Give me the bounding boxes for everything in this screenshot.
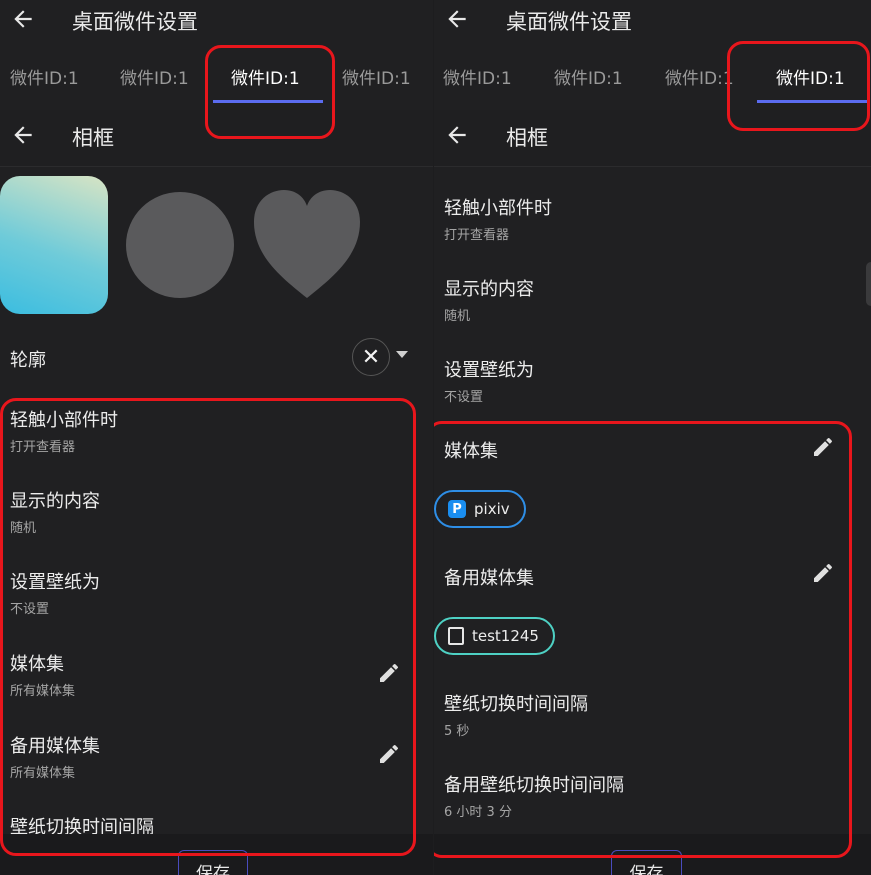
setting-value: 不设置 (444, 390, 484, 405)
tab-indicator (757, 100, 867, 103)
setting-value: 所有媒体集 (10, 684, 76, 699)
back-arrow-icon[interactable] (444, 122, 472, 150)
setting-title: 显示的内容 (10, 491, 100, 512)
page-title: 桌面微件设置 (72, 10, 198, 34)
save-button[interactable]: 保存 (611, 850, 682, 875)
tab-indicator (213, 100, 323, 103)
setting-title: 备用媒体集 (444, 568, 534, 589)
setting-row[interactable]: 设置壁纸为 不设置 (444, 356, 851, 405)
page-title: 桌面微件设置 (506, 10, 632, 34)
tab-widget[interactable]: 微件ID:1 (10, 64, 79, 89)
app-bar: 桌面微件设置 (434, 0, 871, 42)
setting-row[interactable]: 轻触小部件时 打开查看器 (10, 406, 413, 455)
setting-row[interactable]: 媒体集 所有媒体集 (10, 650, 413, 699)
setting-title: 壁纸切换时间间隔 (444, 694, 588, 715)
tab-widget[interactable]: 微件ID:1 (665, 64, 734, 89)
tab-widget-active[interactable]: 微件ID:1 (776, 64, 845, 89)
media-set-row[interactable]: 媒体集 (444, 437, 851, 463)
tab-widget[interactable]: 微件ID:1 (342, 64, 411, 89)
setting-title: 轻触小部件时 (444, 198, 552, 219)
setting-title: 备用媒体集 (10, 736, 100, 757)
section-title: 相框 (72, 126, 114, 150)
setting-title: 设置壁纸为 (10, 572, 100, 593)
backup-media-set-row[interactable]: 备用媒体集 (444, 564, 851, 590)
setting-title: 轻触小部件时 (10, 410, 118, 431)
setting-title: 媒体集 (10, 654, 64, 675)
setting-title: 显示的内容 (444, 279, 534, 300)
save-button[interactable]: 保存 (178, 850, 248, 875)
shape-heart[interactable] (252, 188, 362, 300)
setting-row[interactable]: 显示的内容 随机 (10, 487, 413, 536)
setting-value: 6 小时 3 分 (444, 805, 512, 820)
dropdown-arrow-icon[interactable] (396, 351, 408, 358)
interval-row[interactable]: 壁纸切换时间间隔 5 秒 (444, 690, 851, 739)
sub-app-bar: 相框 (0, 110, 433, 167)
back-arrow-icon[interactable] (10, 6, 38, 34)
edit-pencil-icon[interactable] (811, 435, 835, 459)
app-bar: 桌面微件设置 (0, 0, 433, 42)
tab-widget[interactable]: 微件ID:1 (554, 64, 623, 89)
setting-title: 设置壁纸为 (444, 360, 534, 381)
album-icon (448, 627, 464, 645)
tab-bar: 微件ID:1 微件ID:1 微件ID:1 微件ID:1 (434, 50, 871, 104)
media-chip-test1245[interactable]: test1245 (434, 617, 555, 655)
section-title: 相框 (506, 126, 548, 150)
setting-row[interactable]: 备用媒体集 所有媒体集 (10, 732, 413, 781)
setting-title: 备用壁纸切换时间间隔 (444, 775, 624, 796)
edit-pencil-icon[interactable] (377, 742, 401, 766)
setting-title: 媒体集 (444, 441, 498, 462)
media-chip-pixiv[interactable]: P pixiv (434, 490, 526, 528)
back-arrow-icon[interactable] (444, 6, 472, 34)
edit-pencil-icon[interactable] (811, 561, 835, 585)
tab-widget-active[interactable]: 微件ID:1 (231, 64, 300, 89)
tab-widget[interactable]: 微件ID:1 (443, 64, 512, 89)
scroll-handle[interactable] (866, 262, 871, 306)
right-screen: 桌面微件设置 微件ID:1 微件ID:1 微件ID:1 微件ID:1 相框 轻触… (434, 0, 871, 875)
setting-value: 打开查看器 (10, 440, 76, 455)
highlight-box (0, 398, 416, 856)
backup-interval-row[interactable]: 备用壁纸切换时间间隔 6 小时 3 分 (444, 771, 851, 820)
setting-value: 打开查看器 (444, 228, 510, 243)
setting-value: 随机 (10, 521, 37, 536)
pixiv-icon: P (448, 500, 466, 518)
chip-label: test1245 (472, 627, 539, 645)
setting-row[interactable]: 显示的内容 随机 (444, 275, 851, 324)
clear-icon[interactable]: ✕ (352, 338, 390, 376)
setting-value: 5 秒 (444, 724, 470, 739)
setting-row[interactable]: 轻触小部件时 打开查看器 (444, 194, 851, 243)
shape-circle[interactable] (126, 192, 234, 298)
chip-label: pixiv (474, 500, 510, 518)
back-arrow-icon[interactable] (10, 122, 38, 150)
sub-app-bar: 相框 (434, 110, 871, 167)
tab-bar: 微件ID:1 微件ID:1 微件ID:1 微件ID:1 (0, 50, 433, 104)
left-screen: 桌面微件设置 微件ID:1 微件ID:1 微件ID:1 微件ID:1 相框 轮廓… (0, 0, 433, 875)
edit-pencil-icon[interactable] (377, 661, 401, 685)
setting-row[interactable]: 设置壁纸为 不设置 (10, 568, 413, 617)
setting-value: 随机 (444, 309, 471, 324)
setting-value: 不设置 (10, 602, 50, 617)
setting-value: 所有媒体集 (10, 766, 76, 781)
shape-rounded-rectangle[interactable] (0, 176, 108, 314)
tab-widget[interactable]: 微件ID:1 (120, 64, 189, 89)
